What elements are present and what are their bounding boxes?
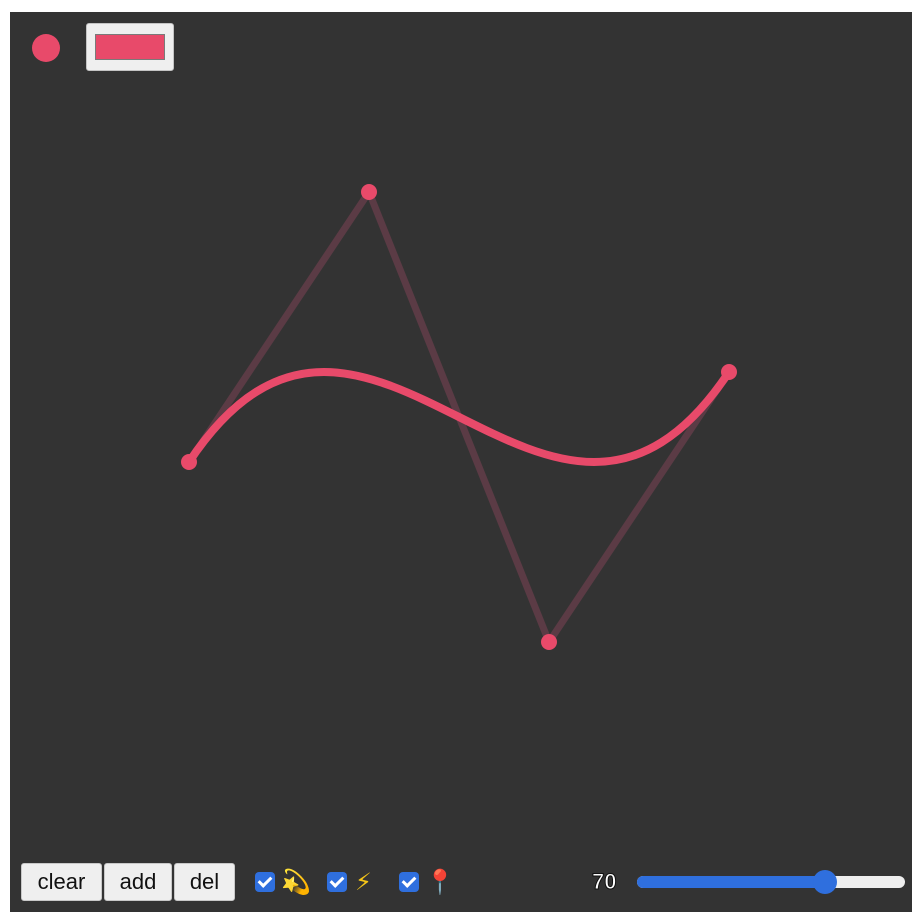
slider-fill bbox=[637, 876, 825, 888]
curve-editor-app: clear add del 💫 ⚡ 📍 70 bbox=[10, 12, 912, 912]
bezier-curve bbox=[185, 368, 733, 466]
lightning-icon: ⚡ bbox=[355, 868, 372, 896]
toolbar: clear add del 💫 ⚡ 📍 70 bbox=[21, 862, 905, 902]
color-picker-input[interactable] bbox=[86, 23, 174, 71]
toggle-checkbox-2[interactable] bbox=[327, 872, 347, 892]
control-point-4[interactable] bbox=[721, 364, 737, 380]
add-button[interactable]: add bbox=[104, 863, 172, 901]
slider-thumb[interactable] bbox=[812, 870, 837, 894]
drawing-canvas[interactable] bbox=[10, 12, 912, 912]
pin-icon: 📍 bbox=[425, 868, 455, 896]
clear-button[interactable]: clear bbox=[21, 863, 102, 901]
toggle-checkbox-3[interactable] bbox=[399, 872, 419, 892]
toggle-checkbox-1[interactable] bbox=[255, 872, 275, 892]
dizzy-star-icon: 💫 bbox=[281, 868, 311, 896]
current-color-dot[interactable] bbox=[32, 34, 60, 62]
control-point-3[interactable] bbox=[541, 634, 557, 650]
del-button[interactable]: del bbox=[174, 863, 235, 901]
color-swatch bbox=[95, 34, 165, 60]
resolution-slider[interactable] bbox=[637, 870, 905, 894]
slider-value-label: 70 bbox=[591, 869, 617, 895]
control-point-1[interactable] bbox=[181, 454, 197, 470]
control-point-2[interactable] bbox=[361, 184, 377, 200]
